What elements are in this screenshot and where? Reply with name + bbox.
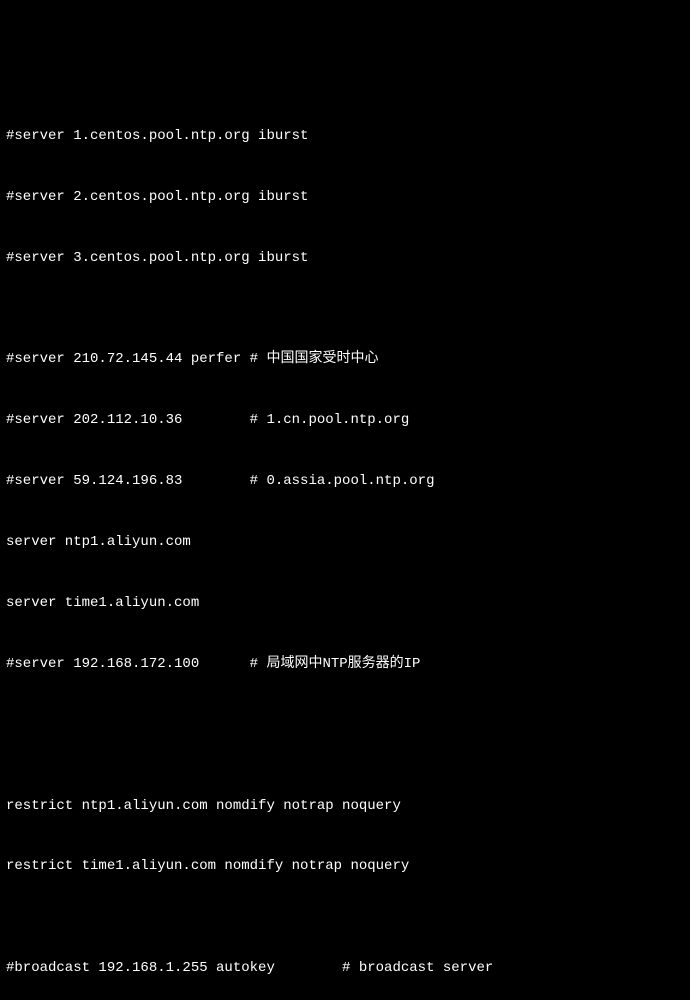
terminal-output: #server 1.centos.pool.ntp.org iburst #se… xyxy=(6,85,684,1000)
config-line: #server 202.112.10.36 # 1.cn.pool.ntp.or… xyxy=(6,410,684,430)
config-line: #server 59.124.196.83 # 0.assia.pool.ntp… xyxy=(6,471,684,491)
config-line: restrict time1.aliyun.com nomdify notrap… xyxy=(6,856,684,876)
config-line: #broadcast 192.168.1.255 autokey # broad… xyxy=(6,958,684,978)
config-line: server time1.aliyun.com xyxy=(6,593,684,613)
config-line: #server 3.centos.pool.ntp.org iburst xyxy=(6,248,684,268)
config-line: #server 192.168.172.100 # 局域网中NTP服务器的IP xyxy=(6,654,684,674)
config-line: #server 1.centos.pool.ntp.org iburst xyxy=(6,126,684,146)
config-line: restrict ntp1.aliyun.com nomdify notrap … xyxy=(6,796,684,816)
config-line: #server 2.centos.pool.ntp.org iburst xyxy=(6,187,684,207)
config-line: #server 210.72.145.44 perfer # 中国国家受时中心 xyxy=(6,349,684,369)
config-line: server ntp1.aliyun.com xyxy=(6,532,684,552)
